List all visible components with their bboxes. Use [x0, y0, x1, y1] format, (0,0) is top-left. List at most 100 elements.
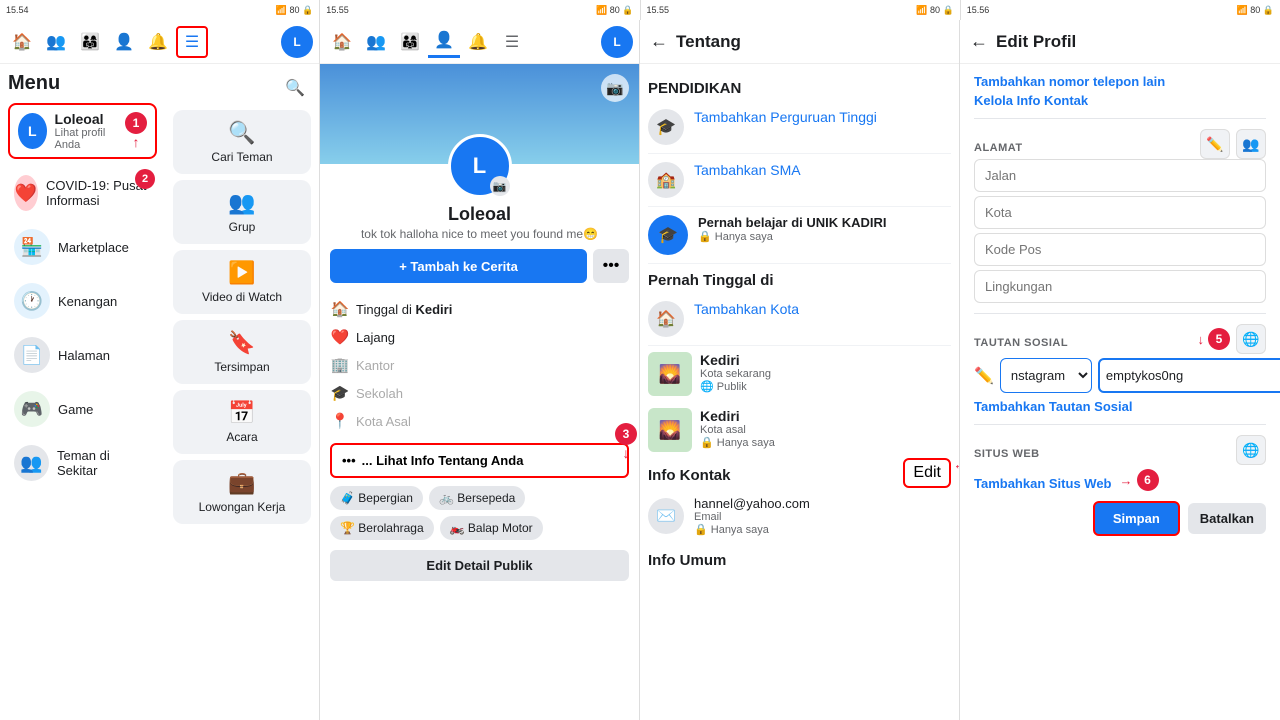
nav-bell[interactable]: 🔔 — [142, 26, 174, 58]
status-bar-4: 15.56 📶 80 🔒 — [961, 0, 1280, 20]
tautan-select[interactable]: nstagram Facebook Twitter — [1000, 358, 1092, 393]
sekolah-text: Sekolah — [356, 386, 403, 401]
tautan-input[interactable] — [1098, 358, 1280, 393]
hobby-bepergian[interactable]: 🧳 Bepergian — [330, 486, 423, 510]
p2-nav-home[interactable]: 🏠 — [326, 26, 358, 58]
kontak-header-row: Info Kontak Edit ← 4 — [648, 458, 951, 488]
avatar-container: L — [281, 26, 313, 58]
profile-name: Loleoal — [55, 111, 117, 127]
pt-text[interactable]: Tambahkan Perguruan Tinggi — [694, 109, 877, 125]
circle-2: 2 — [135, 169, 155, 189]
menu-item-covid[interactable]: ❤️ COVID-19: Pusat Informasi 2 — [8, 167, 157, 219]
right-item-grup[interactable]: 👥 Grup — [173, 180, 311, 244]
panel-tentang: ← Tentang PENDIDIKAN 🎓 Tambahkan Perguru… — [640, 20, 960, 720]
alamat-more-icon[interactable]: 👥 — [1236, 129, 1266, 159]
tambahkan-tautan-link[interactable]: Tambahkan Tautan Sosial — [974, 399, 1266, 414]
jalan-input[interactable] — [974, 159, 1266, 192]
home-icon: 🏠 — [330, 300, 350, 318]
menu-item-teman[interactable]: 👥 Teman di Sekitar — [8, 437, 157, 489]
p2-nav-menu[interactable]: ☰ — [496, 26, 528, 58]
covid-icon: ❤️ — [14, 175, 38, 211]
nav-avatar[interactable]: L — [281, 26, 313, 58]
situs-globe-icon[interactable]: 🌐 — [1236, 435, 1266, 465]
right-item-video[interactable]: ▶️ Video di Watch — [173, 250, 311, 314]
profile-sub: Lihat profil Anda — [55, 127, 117, 151]
hobby-balap[interactable]: 🏍️ Balap Motor — [440, 516, 543, 540]
more-btn[interactable]: ••• — [593, 249, 629, 283]
heart-icon: ❤️ — [330, 328, 350, 346]
nav-home[interactable]: 🏠 — [6, 26, 38, 58]
menu-item-game[interactable]: 🎮 Game — [8, 383, 157, 435]
acara-label: Acara — [226, 430, 257, 444]
marketplace-icon: 🏪 — [14, 229, 50, 265]
divider-2 — [974, 313, 1266, 314]
kelola-info-link[interactable]: Kelola Info Kontak — [974, 93, 1266, 108]
right-item-lowongan[interactable]: 💼 Lowongan Kerja — [173, 460, 311, 524]
school-icon: 🎓 — [330, 384, 350, 402]
profile-info: Loleoal Lihat profil Anda — [55, 111, 117, 151]
right-item-acara[interactable]: 📅 Acara — [173, 390, 311, 454]
p2-nav-groups[interactable]: 👨‍👩‍👧 — [394, 26, 426, 58]
alamat-edit-icon[interactable]: ✏️ — [1200, 129, 1230, 159]
kediri-name: Kediri — [700, 352, 771, 368]
edit-back-icon[interactable]: ← — [970, 31, 988, 52]
lajang-text: Lajang — [356, 330, 395, 345]
unik-icon: 🎓 — [648, 215, 688, 255]
p2-nav-profile[interactable]: 👤 — [428, 26, 460, 58]
right-item-tersimpan[interactable]: 🔖 Tersimpan — [173, 320, 311, 384]
cari-label: Cari Teman — [211, 150, 272, 164]
kode-pos-input[interactable] — [974, 233, 1266, 266]
avatar-camera[interactable]: 📷 — [490, 176, 510, 196]
tambahkan-kota-text[interactable]: Tambahkan Kota — [694, 301, 799, 317]
back-icon[interactable]: ← — [650, 31, 668, 52]
nav-bar-2: 🏠 👥 👨‍👩‍👧 👤 🔔 ☰ L — [320, 20, 639, 64]
cari-icon: 🔍 — [228, 120, 255, 146]
situs-header-row: SITUS WEB 🌐 — [974, 435, 1266, 465]
tautan-globe-icon[interactable]: 🌐 — [1236, 324, 1266, 354]
p2-nav-friends[interactable]: 👥 — [360, 26, 392, 58]
menu-item-kenangan[interactable]: 🕐 Kenangan — [8, 275, 157, 327]
circle-5: 5 — [1208, 328, 1230, 350]
arrow-6: → — [1120, 473, 1133, 488]
search-icon[interactable]: 🔍 — [279, 72, 311, 104]
simpan-button[interactable]: Simpan — [1093, 501, 1180, 536]
tautan-label: TAUTAN SOSIAL — [974, 337, 1068, 349]
tautan-icons: ↓ 5 🌐 — [1198, 324, 1267, 354]
menu-item-marketplace[interactable]: 🏪 Marketplace — [8, 221, 157, 273]
game-icon: 🎮 — [14, 391, 50, 427]
p2-nav-bell[interactable]: 🔔 — [462, 26, 494, 58]
cover-camera[interactable]: 📷 — [601, 74, 629, 102]
grup-icon: 👥 — [228, 190, 255, 216]
hobby-berolahraga[interactable]: 🏆 Berolahraga — [330, 516, 434, 540]
batal-button[interactable]: Batalkan — [1188, 503, 1266, 534]
edit-public-btn[interactable]: Edit Detail Publik — [330, 550, 629, 581]
edit-kontak-btn[interactable]: Edit — [903, 458, 951, 488]
annotation-1: 1 ↑ — [125, 112, 147, 150]
nav-menu[interactable]: ☰ — [176, 26, 208, 58]
edit-profil-content: Tambahkan nomor telepon lain Kelola Info… — [960, 64, 1280, 720]
tautan-edit-icon[interactable]: ✏️ — [974, 366, 994, 386]
add-story-btn[interactable]: + Tambah ke Cerita — [330, 249, 587, 283]
signals-4: 📶 80 🔒 — [1237, 5, 1274, 16]
sma-text[interactable]: Tambahkan SMA — [694, 162, 801, 178]
tinggal-header-row: Pernah Tinggal di — [648, 264, 951, 293]
about-icon: ••• — [342, 453, 356, 468]
tambahkan-nomor-link[interactable]: Tambahkan nomor telepon lain — [974, 74, 1266, 89]
tambahkan-situs-link[interactable]: Tambahkan Situs Web — [974, 476, 1112, 491]
hobby-bersepeda[interactable]: 🚲 Bersepeda — [429, 486, 525, 510]
menu-title: Menu — [8, 72, 157, 95]
edit-kontak-area: Edit ← 4 — [903, 458, 951, 488]
nav-friends[interactable]: 👥 — [40, 26, 72, 58]
about-btn[interactable]: ••• ... Lihat Info Tentang Anda 3 ↓ — [330, 443, 629, 478]
p2-avatar[interactable]: L — [601, 26, 633, 58]
profile-menu-item[interactable]: L Loleoal Lihat profil Anda 1 ↑ — [8, 103, 157, 159]
kota-input[interactable] — [974, 196, 1266, 229]
sma-icon: 🏫 — [648, 162, 684, 198]
nav-profile[interactable]: 👤 — [108, 26, 140, 58]
right-item-cari[interactable]: 🔍 Cari Teman — [173, 110, 311, 174]
menu-item-halaman[interactable]: 📄 Halaman — [8, 329, 157, 381]
lingkungan-input[interactable] — [974, 270, 1266, 303]
nav-groups[interactable]: 👨‍👩‍👧 — [74, 26, 106, 58]
info-kota: 📍 Kota Asal — [330, 407, 629, 435]
kediri-asal-thumb: 🌄 — [648, 408, 692, 452]
